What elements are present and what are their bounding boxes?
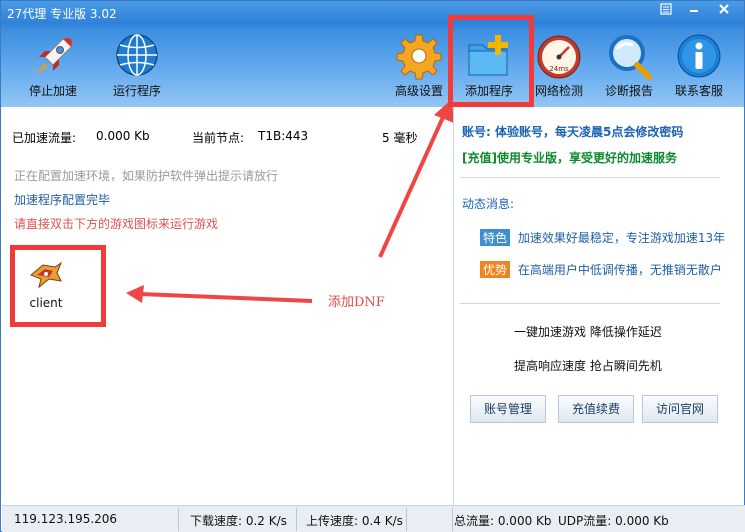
news-text: 加速效果好最稳定，专注游戏加速13年 xyxy=(517,231,726,245)
visit-site-button[interactable]: 访问官网 xyxy=(642,395,718,423)
slogan-line1: 一键加速游戏 降低操作延迟 xyxy=(514,325,662,339)
slogan-line2: 提高响应速度 抢占瞬间先机 xyxy=(514,359,662,373)
current-node-value: T1B:443 xyxy=(258,129,309,143)
highlight-box-game xyxy=(10,245,106,327)
diagnostic-label: 诊断报告 xyxy=(604,84,653,98)
upload-speed: 上传速度: 0.4 K/s xyxy=(306,514,403,528)
news-item[interactable]: 优势 在高端用户中低调传播，无推销无散户 xyxy=(480,261,722,278)
news-item[interactable]: 特色 加速效果好最稳定，专注游戏加速13年 xyxy=(480,229,725,246)
separator xyxy=(406,508,407,531)
configuring-message: 正在配置加速环境，如果防护软件弹出提示请放行 xyxy=(14,169,279,183)
status-bar: 119.123.195.206 下载速度: 0.2 K/s 上传速度: 0.4 … xyxy=(2,505,745,532)
account-line: 账号: 体验账号，每天凌晨5点会修改密码 xyxy=(462,125,684,139)
info-icon xyxy=(677,34,721,78)
title-toolbar: 27代理 专业版 3.02 停止加速 运行程序 高级设置 添加程序 24ms 网… xyxy=(1,1,744,107)
divider xyxy=(460,177,720,178)
total-traffic: 总流量: 0.000 Kb xyxy=(454,514,552,528)
separator xyxy=(452,508,453,531)
speedometer-icon: 24ms xyxy=(537,35,581,79)
diagnostic-button[interactable]: 诊断报告 xyxy=(599,33,659,103)
accel-traffic-value: 0.000 Kb xyxy=(96,129,150,143)
advanced-settings-button[interactable]: 高级设置 xyxy=(391,33,447,103)
main-pane: 已加速流量: 0.000 Kb 当前节点: T1B:443 5 毫秒 正在配置加… xyxy=(2,99,454,505)
net-detect-label: 网络检测 xyxy=(534,84,583,98)
download-speed: 下载速度: 0.2 K/s xyxy=(190,514,287,528)
latency-badge-text: 24ms xyxy=(549,65,569,73)
news-badge: 特色 xyxy=(480,229,511,246)
divider xyxy=(460,303,720,304)
globe-icon xyxy=(116,34,158,76)
arrow-up-icon xyxy=(378,99,454,258)
account-mgmt-button[interactable]: 账号管理 xyxy=(470,395,546,423)
separator xyxy=(296,508,297,531)
highlight-box-add-program xyxy=(448,15,534,107)
news-text: 在高端用户中低调传播，无推销无散户 xyxy=(517,263,722,277)
net-detect-button[interactable]: 24ms 网络检测 xyxy=(529,33,589,103)
accel-traffic-label: 已加速流量: xyxy=(12,131,77,145)
stop-accel-label: 停止加速 xyxy=(28,84,77,98)
rocket-icon xyxy=(35,37,73,75)
news-heading: 动态消息: xyxy=(462,197,515,211)
instruction-message: 请直接双击下方的游戏图标来运行游戏 xyxy=(14,217,219,231)
gear-icon xyxy=(396,34,442,80)
window-title: 27代理 专业版 3.02 xyxy=(7,7,117,21)
run-program-button[interactable]: 运行程序 xyxy=(105,33,169,103)
app-window: 27代理 专业版 3.02 停止加速 运行程序 高级设置 添加程序 24ms 网… xyxy=(0,0,745,532)
upgrade-link[interactable]: [充值]使用专业版，享受更好的加速服务 xyxy=(462,149,677,166)
arrow-left-icon xyxy=(126,285,313,303)
close-icon[interactable] xyxy=(711,3,737,21)
ip-address: 119.123.195.206 xyxy=(14,512,118,526)
annotation-label: 添加DNF xyxy=(328,295,385,310)
side-pane: 账号: 体验账号，每天凌晨5点会修改密码 [充值]使用专业版，享受更好的加速服务… xyxy=(453,107,744,505)
support-button[interactable]: 联系客服 xyxy=(669,33,729,103)
config-done-message: 加速程序配置完毕 xyxy=(14,193,111,207)
minimize-icon[interactable] xyxy=(681,3,707,21)
udp-traffic: UDP流量: 0.000 Kb xyxy=(558,514,669,528)
news-badge: 优势 xyxy=(480,261,511,278)
run-program-label: 运行程序 xyxy=(112,84,161,98)
magnifier-icon xyxy=(609,35,652,80)
separator xyxy=(178,508,179,531)
stop-accel-button[interactable]: 停止加速 xyxy=(21,33,85,103)
menu-icon[interactable] xyxy=(653,3,679,21)
recharge-button[interactable]: 充值续费 xyxy=(558,395,634,423)
current-node-label: 当前节点: xyxy=(192,131,245,145)
support-label: 联系客服 xyxy=(674,84,723,98)
